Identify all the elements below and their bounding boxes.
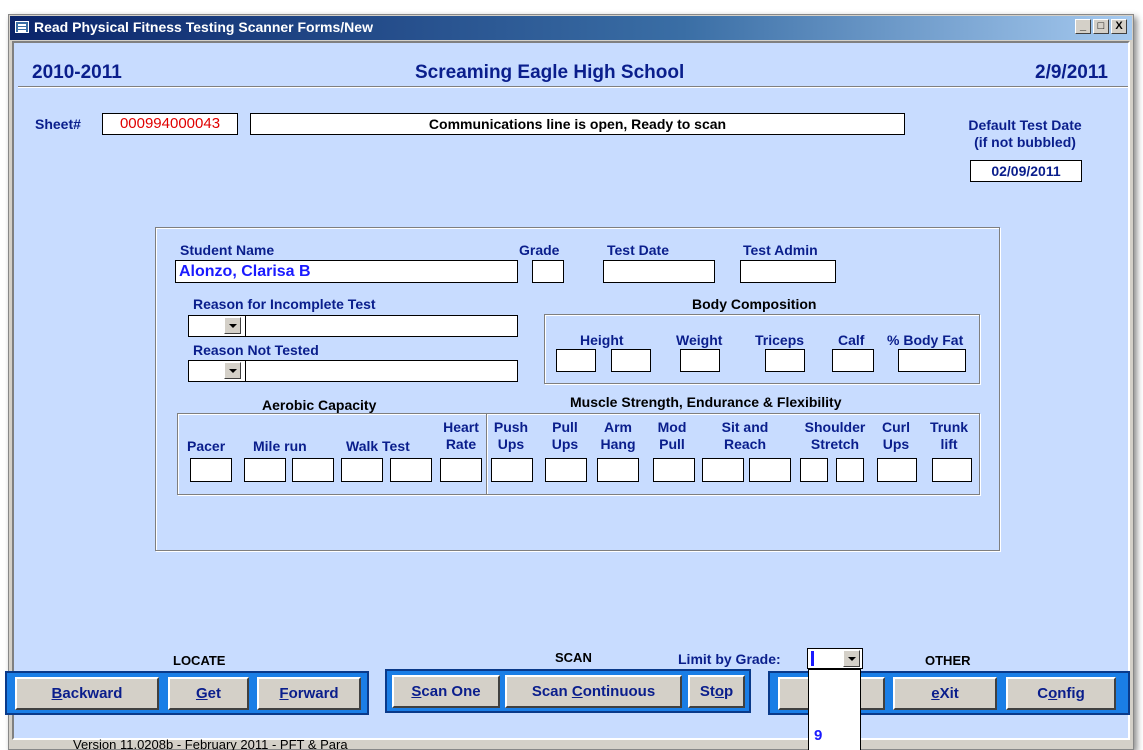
- config-button[interactable]: Config: [1006, 677, 1116, 710]
- window-title: Read Physical Fitness Testing Scanner Fo…: [34, 19, 373, 35]
- test-admin-field[interactable]: [740, 260, 836, 283]
- status-bar: Version 11.0208b - February 2011 - PFT &…: [18, 728, 828, 750]
- sit-and-reach-label: Sit and Reach: [721, 419, 769, 452]
- muscle-section-title: Muscle Strength, Endurance & Flexibility: [570, 394, 842, 410]
- pull-ups-label: Pull Ups: [551, 419, 579, 452]
- push-ups-label: Push Ups: [493, 419, 529, 452]
- arm-hang-label: Arm Hang: [600, 419, 636, 452]
- body-fat-field[interactable]: [898, 349, 966, 372]
- form-icon: [15, 21, 29, 33]
- arm-hang-field[interactable]: [597, 458, 639, 482]
- aerobic-capacity-title: Aerobic Capacity: [262, 397, 377, 413]
- chevron-down-icon[interactable]: [224, 362, 241, 379]
- mile-run-min-field[interactable]: [244, 458, 286, 482]
- sheet-number: 000994000043: [102, 113, 238, 135]
- default-test-date-label: Default Test Date (if not bubbled): [968, 117, 1082, 150]
- version-text: Version 11.0208b - February 2011 - PFT &…: [73, 737, 348, 750]
- not-tested-label: Reason Not Tested: [193, 342, 319, 358]
- weight-field[interactable]: [680, 349, 720, 372]
- height-label: Height: [580, 332, 624, 348]
- status-message: Communications line is open, Ready to sc…: [250, 113, 905, 135]
- not-tested-dropdown[interactable]: [188, 360, 246, 382]
- height-inches-field[interactable]: [611, 349, 651, 372]
- school-year: 2010-2011: [32, 62, 122, 83]
- sit-reach-right-field[interactable]: [749, 458, 791, 482]
- test-date-label: Test Date: [607, 242, 669, 258]
- pacer-field[interactable]: [190, 458, 232, 482]
- walk-test-label: Walk Test: [346, 438, 410, 454]
- grade-field[interactable]: [532, 260, 564, 283]
- exit-button[interactable]: eXit: [893, 677, 997, 710]
- scan-one-button[interactable]: Scan One: [392, 675, 500, 708]
- heart-rate-field[interactable]: [440, 458, 482, 482]
- grade-option-9[interactable]: 9: [814, 727, 822, 744]
- stop-button[interactable]: Stop: [688, 675, 745, 708]
- curl-ups-label: Curl Ups: [882, 419, 910, 452]
- student-name-field[interactable]: Alonzo, Clarisa B: [175, 260, 518, 283]
- push-ups-field[interactable]: [491, 458, 533, 482]
- incomplete-reason-text[interactable]: [245, 315, 518, 337]
- default-test-date-field[interactable]: 02/09/2011: [970, 160, 1082, 182]
- mod-pull-field[interactable]: [653, 458, 695, 482]
- triceps-label: Triceps: [755, 332, 805, 348]
- sit-reach-left-field[interactable]: [702, 458, 744, 482]
- sheet-label: Sheet#: [35, 116, 81, 132]
- backward-button[interactable]: Backward: [15, 677, 159, 710]
- grade-dropdown-list-lower[interactable]: 9: [808, 727, 861, 750]
- other-label: OTHER: [925, 653, 971, 668]
- chevron-down-icon[interactable]: [224, 317, 241, 334]
- grade-label: Grade: [519, 242, 560, 258]
- forward-button[interactable]: Forward: [257, 677, 361, 710]
- scan-continuous-button[interactable]: Scan Continuous: [505, 675, 682, 708]
- body-composition-title: Body Composition: [692, 296, 817, 312]
- limit-by-grade-label: Limit by Grade:: [678, 651, 781, 667]
- mod-pull-label: Mod Pull: [657, 419, 687, 452]
- triceps-field[interactable]: [765, 349, 805, 372]
- scan-label: SCAN: [555, 650, 592, 665]
- calf-label: Calf: [838, 332, 865, 348]
- height-feet-field[interactable]: [556, 349, 596, 372]
- pacer-label: Pacer: [187, 438, 226, 454]
- calf-field[interactable]: [832, 349, 874, 372]
- weight-label: Weight: [676, 332, 723, 348]
- test-admin-label: Test Admin: [743, 242, 818, 258]
- close-button[interactable]: X: [1111, 19, 1127, 34]
- curl-ups-field[interactable]: [877, 458, 917, 482]
- shoulder-right-field[interactable]: [836, 458, 864, 482]
- header-divider: [18, 86, 1128, 88]
- get-button[interactable]: Get: [168, 677, 249, 710]
- incomplete-reason-dropdown[interactable]: [188, 315, 246, 337]
- student-name-label: Student Name: [180, 242, 275, 258]
- walk-test-min-field[interactable]: [341, 458, 383, 482]
- shoulder-left-field[interactable]: [800, 458, 828, 482]
- mile-run-sec-field[interactable]: [292, 458, 334, 482]
- locate-label: LOCATE: [173, 653, 226, 668]
- minimize-button[interactable]: _: [1075, 19, 1091, 34]
- trunk-lift-label: Trunk lift: [929, 419, 969, 452]
- test-date-field[interactable]: [603, 260, 715, 283]
- current-date: 2/9/2011: [1035, 62, 1108, 83]
- not-tested-text[interactable]: [245, 360, 518, 382]
- text-cursor: [811, 651, 814, 666]
- shoulder-stretch-label: Shoulder Stretch: [804, 419, 866, 452]
- title-bar[interactable]: Read Physical Fitness Testing Scanner Fo…: [10, 16, 1132, 40]
- maximize-button[interactable]: □: [1093, 19, 1109, 34]
- body-fat-label: % Body Fat: [887, 332, 964, 348]
- chevron-down-icon[interactable]: [843, 650, 860, 667]
- trunk-lift-field[interactable]: [932, 458, 972, 482]
- pull-ups-field[interactable]: [545, 458, 587, 482]
- incomplete-reason-label: Reason for Incomplete Test: [193, 296, 376, 312]
- school-name: Screaming Eagle High School: [415, 62, 685, 83]
- heart-rate-label: Heart Rate: [443, 419, 479, 452]
- mile-run-label: Mile run: [253, 438, 307, 454]
- walk-test-sec-field[interactable]: [390, 458, 432, 482]
- limit-by-grade-dropdown[interactable]: [807, 648, 863, 669]
